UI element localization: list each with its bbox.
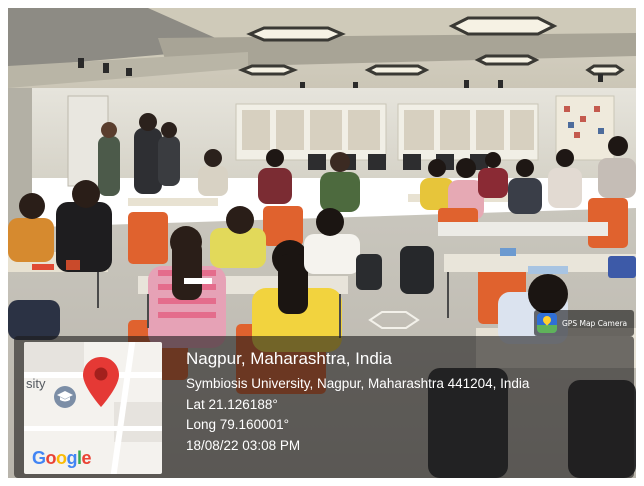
- timestamp: 18/08/22 03:08 PM: [186, 437, 301, 453]
- google-logo: Google: [32, 448, 92, 468]
- gps-map-camera-label: GPS Map Camera: [562, 318, 628, 328]
- location-overlay: sity Google Nagpur, Maharashtra, India S…: [14, 336, 634, 478]
- location-info: Nagpur, Maharashtra, India Symbiosis Uni…: [186, 348, 529, 456]
- address: Symbiosis University, Nagpur, Maharashtr…: [186, 376, 530, 391]
- map-thumbnail: sity Google: [24, 342, 162, 474]
- graduation-cap-icon: [54, 386, 76, 408]
- location-pin-icon: [83, 357, 119, 412]
- gps-map-camera-icon: [537, 313, 557, 333]
- map-place-label: sity: [26, 376, 46, 391]
- longitude: Long 79.160001°: [186, 417, 289, 432]
- gps-map-camera-tag: GPS Map Camera: [534, 310, 634, 336]
- place-name: Nagpur, Maharashtra, India: [186, 349, 393, 368]
- latitude: Lat 21.126188°: [186, 396, 278, 412]
